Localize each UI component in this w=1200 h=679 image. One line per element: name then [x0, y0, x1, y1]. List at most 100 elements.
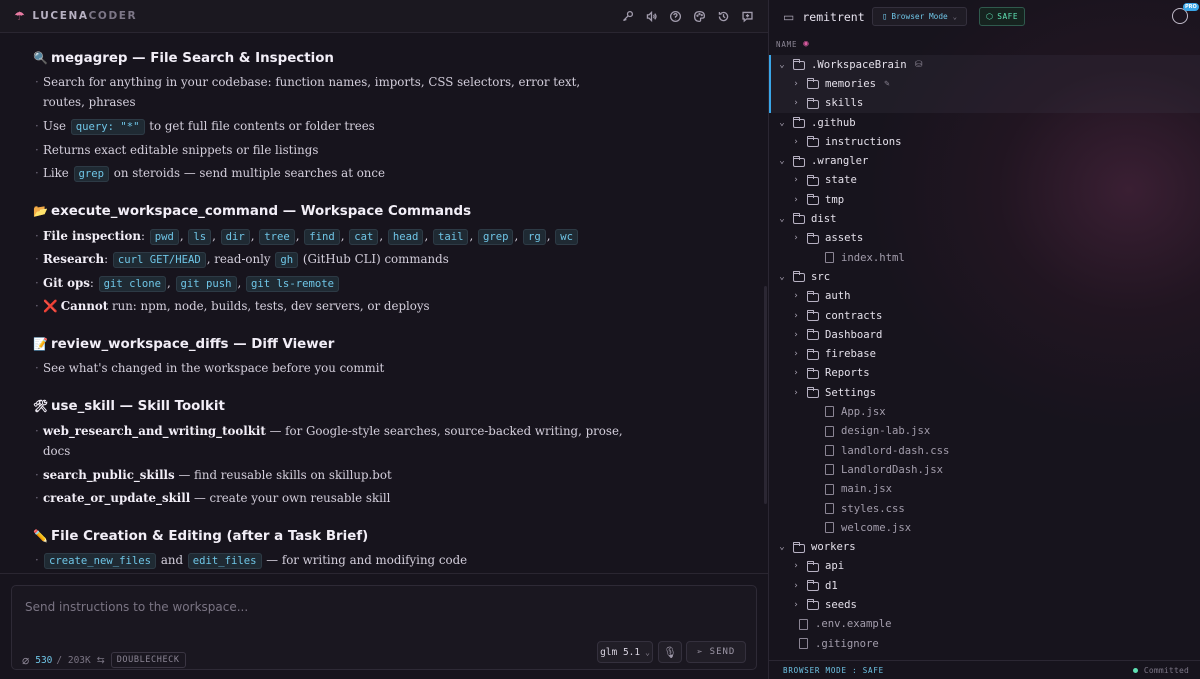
tree-folder[interactable]: › auth — [769, 287, 1200, 306]
chevron-right-icon[interactable]: › — [791, 291, 801, 301]
tree-folder[interactable]: › Dashboard — [769, 325, 1200, 344]
tree-folder[interactable]: › api — [769, 557, 1200, 576]
folder-icon — [806, 290, 819, 302]
mic-icon: 🎙 — [663, 645, 677, 659]
chevron-down-icon[interactable]: ⌄ — [777, 272, 787, 282]
tree-folder[interactable]: › memories ✎ — [769, 74, 1200, 94]
item-text: and — [160, 553, 183, 567]
tree-folder[interactable]: › d1 — [769, 576, 1200, 595]
db-icon[interactable]: ⛁ — [915, 60, 923, 70]
chevron-down-icon[interactable]: ⌄ — [777, 156, 787, 166]
doublecheck-badge[interactable]: DOUBLECHECK — [110, 652, 186, 668]
section-title-text: use_skill — Skill Toolkit — [51, 398, 225, 414]
token-max: / 203K — [56, 654, 91, 666]
palette-icon[interactable] — [690, 7, 708, 25]
swap-icon[interactable]: ⇆ — [97, 655, 105, 666]
folder-icon — [806, 97, 819, 109]
tree-folder[interactable]: ⌄ .wrangler — [769, 152, 1200, 171]
tree-file[interactable]: styles.css — [769, 499, 1200, 518]
list-item: · create_or_update_skill — create your ow… — [35, 491, 391, 505]
tree-file[interactable]: .env.example — [769, 615, 1200, 634]
status-dot — [1132, 667, 1138, 673]
tree-folder[interactable]: › skills — [769, 93, 1200, 113]
file-icon — [799, 618, 808, 630]
send-icon: ➢ — [696, 646, 704, 658]
tree-label: styles.css — [841, 502, 905, 515]
chevron-right-icon[interactable]: › — [791, 330, 801, 340]
tree-folder[interactable]: ⌄ dist — [769, 209, 1200, 228]
list-item-cannot: · ❌ Cannot run: npm, node, builds, tests, … — [35, 299, 430, 313]
message-input[interactable]: Send instructions to the workspace... — [25, 600, 248, 614]
send-button[interactable]: ➢ SEND — [686, 641, 746, 663]
section-workspace-command: 📂 execute_workspace_command — Workspace C… — [33, 201, 753, 221]
chevron-right-icon[interactable]: › — [791, 561, 801, 571]
chevron-right-icon[interactable]: › — [791, 195, 801, 205]
tree-folder[interactable]: › assets — [769, 229, 1200, 248]
tree-folder[interactable]: › contracts — [769, 306, 1200, 325]
folder-icon — [792, 155, 805, 167]
inline-code: query: "*" — [70, 119, 145, 135]
chevron-right-icon[interactable]: › — [791, 137, 801, 147]
key-icon[interactable] — [618, 7, 636, 25]
tree-file[interactable]: main.jsx — [769, 480, 1200, 499]
tree-folder[interactable]: ⌄ src — [769, 267, 1200, 286]
folder-icon — [806, 78, 819, 90]
tree-folder[interactable]: ⌄ .WorkspaceBrain ⛁ — [769, 55, 1200, 75]
chevron-right-icon[interactable]: › — [791, 233, 801, 243]
chevron-right-icon[interactable]: › — [791, 98, 801, 108]
chat-content: 🔍 megagrep — File Search & Inspection · Se… — [0, 33, 768, 573]
chevron-down-icon[interactable]: ⌄ — [777, 60, 787, 70]
project-name[interactable]: remitrent — [802, 10, 864, 24]
tree-folder[interactable]: › state — [769, 171, 1200, 190]
tree-label: state — [825, 174, 857, 187]
tree-file[interactable]: landlord-dash.css — [769, 441, 1200, 460]
name-column-header[interactable]: NAME ◉ — [776, 39, 809, 49]
mic-button[interactable]: 🎙 — [658, 641, 682, 663]
help-icon[interactable] — [666, 7, 684, 25]
inline-code: git clone — [98, 276, 167, 292]
tree-file[interactable]: .gitignore — [769, 634, 1200, 653]
tree-folder[interactable]: › instructions — [769, 132, 1200, 151]
tree-file[interactable]: App.jsx — [769, 402, 1200, 421]
tree-file[interactable]: design-lab.jsx — [769, 422, 1200, 441]
chevron-right-icon[interactable]: › — [791, 175, 801, 185]
tree-folder[interactable]: › tmp — [769, 190, 1200, 209]
history-icon[interactable] — [714, 7, 732, 25]
tree-folder[interactable]: › Reports — [769, 364, 1200, 383]
tree-file[interactable]: index.html — [769, 248, 1200, 267]
folder-icon — [806, 580, 819, 592]
chevron-right-icon[interactable]: › — [791, 368, 801, 378]
chevron-right-icon[interactable]: › — [791, 388, 801, 398]
chevron-down-icon[interactable]: ⌄ — [777, 542, 787, 552]
tree-label: instructions — [825, 135, 902, 148]
folder-icon — [806, 387, 819, 399]
tree-file[interactable]: welcome.jsx — [769, 518, 1200, 537]
chevron-down-icon[interactable]: ⌄ — [777, 118, 787, 128]
tree-folder[interactable]: › seeds — [769, 595, 1200, 614]
tree-folder[interactable]: ⌄ workers — [769, 538, 1200, 557]
edit-icon[interactable]: ✎ — [884, 79, 889, 89]
chat-scrollbar[interactable] — [764, 286, 767, 504]
volume-icon[interactable] — [642, 7, 660, 25]
chevron-right-icon[interactable]: › — [791, 581, 801, 591]
folder-icon — [792, 59, 805, 70]
command-list: pwd, ls, dir, tree, find, cat, head, tai… — [149, 229, 579, 245]
browser-mode-select[interactable]: ▯ Browser Mode ⌄ — [872, 7, 967, 26]
model-select[interactable]: glm 5.1 ⌄ — [597, 641, 653, 663]
tree-folder[interactable]: › firebase — [769, 345, 1200, 364]
inline-code: create_new_files — [44, 553, 157, 569]
paperclip-icon[interactable]: ⌀ — [22, 653, 29, 667]
tree-file[interactable]: LandlordDash.jsx — [769, 460, 1200, 479]
chat-icon[interactable] — [738, 7, 756, 25]
tree-folder[interactable]: ⌄ .github — [769, 113, 1200, 132]
chevron-right-icon[interactable]: › — [791, 349, 801, 359]
chevron-right-icon[interactable]: › — [791, 79, 801, 89]
safe-badge[interactable]: ⬡ SAFE — [979, 7, 1025, 26]
chevron-down-icon[interactable]: ⌄ — [777, 214, 787, 224]
tree-label: firebase — [825, 348, 877, 361]
eye-icon[interactable]: ◉ — [803, 39, 809, 49]
chevron-right-icon[interactable]: › — [791, 600, 801, 610]
composer[interactable]: Send instructions to the workspace... ⌀ … — [11, 585, 757, 670]
tree-folder[interactable]: › Settings — [769, 383, 1200, 402]
chevron-right-icon[interactable]: › — [791, 311, 801, 321]
